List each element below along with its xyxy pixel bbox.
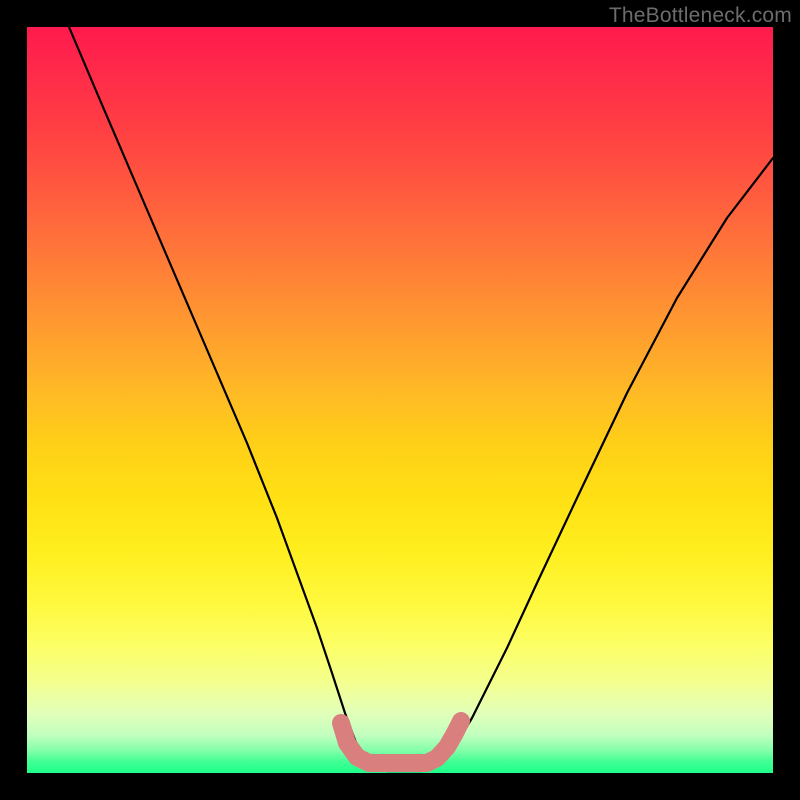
plot-area — [27, 27, 773, 773]
bottleneck-curve — [69, 27, 773, 771]
chart-svg — [27, 27, 773, 773]
apex-marker-path — [341, 721, 461, 763]
apex-marker — [341, 721, 461, 763]
watermark-label: TheBottleneck.com — [609, 4, 792, 28]
outer-frame: TheBottleneck.com — [0, 0, 800, 800]
curve-path — [69, 27, 773, 771]
